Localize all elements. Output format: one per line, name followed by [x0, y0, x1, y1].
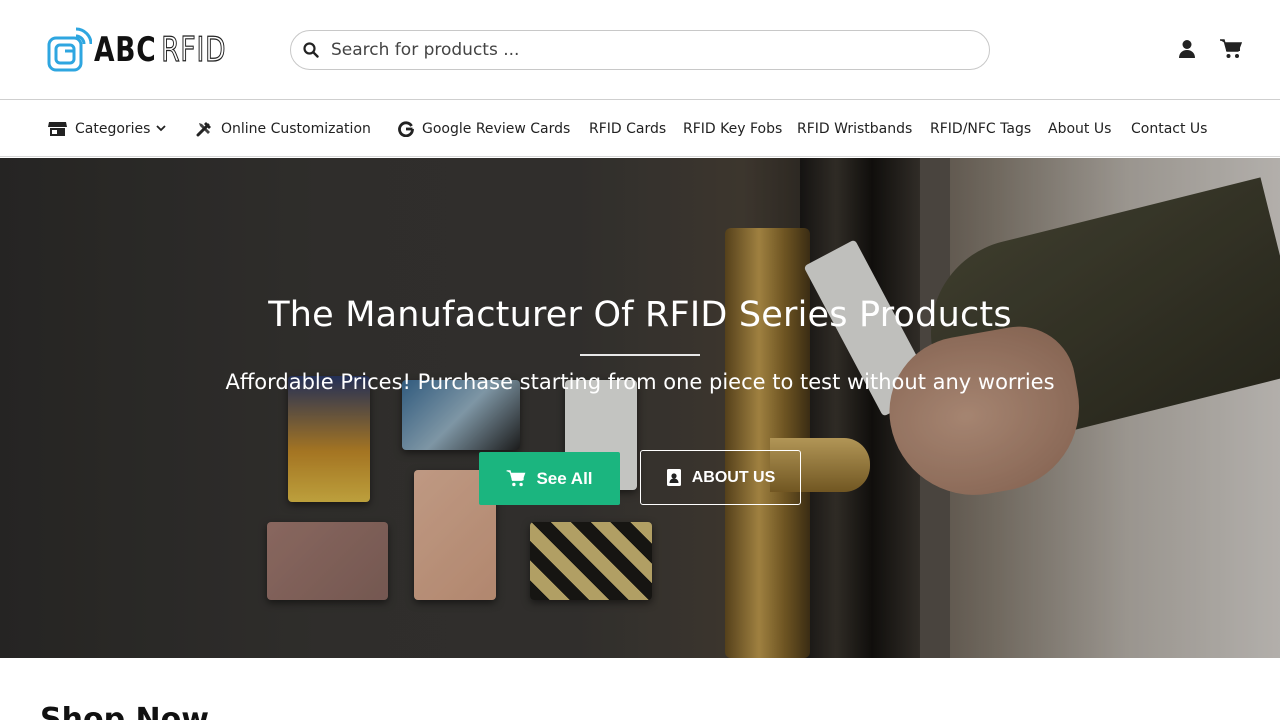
nav-item-contact-us[interactable]: Contact Us [1131, 100, 1207, 157]
logo-wordmark: ABC RFID [94, 29, 227, 70]
nav-item-about-us[interactable]: About Us [1048, 100, 1111, 157]
tools-icon [196, 122, 211, 137]
nav-item-label: About Us [1048, 120, 1112, 137]
site-header: ABC RFID [0, 0, 1280, 100]
contact-book-icon [666, 469, 681, 486]
google-icon [398, 120, 414, 137]
about-us-button[interactable]: ABOUT US [640, 450, 801, 505]
search-icon[interactable] [303, 42, 319, 58]
nav-item-label: RFID Key Fobs [683, 120, 783, 137]
logo-rfid-icon [47, 27, 92, 72]
shop-now-heading: Shop Now [40, 702, 209, 720]
nav-item-label: RFID/NFC Tags [930, 120, 1032, 137]
nav-item-rfid-cards[interactable]: RFID Cards [589, 100, 666, 157]
cart-icon[interactable] [1220, 39, 1242, 59]
about-us-label: ABOUT US [691, 468, 776, 486]
nav-item-categories[interactable]: Categories [48, 100, 174, 157]
nav-item-rfid-wristbands[interactable]: RFID Wristbands [797, 100, 912, 157]
hero-title: The Manufacturer Of RFID Series Products [268, 295, 1012, 335]
store-icon [48, 121, 67, 136]
nav-item-label: Online Customization [221, 120, 371, 137]
site-logo[interactable]: ABC RFID [46, 26, 264, 74]
hero-subtitle: Affordable Prices! Purchase starting fro… [225, 370, 1055, 394]
user-icon[interactable] [1177, 39, 1197, 59]
nav-item-label: RFID Wristbands [797, 120, 913, 137]
nav-item-label: RFID Cards [589, 120, 667, 137]
nav-item-label: Google Review Cards [422, 120, 571, 137]
see-all-label: See All [536, 468, 593, 488]
main-navigation: Categories Online Customization Google R… [0, 100, 1280, 157]
nav-item-label: Categories [75, 120, 151, 137]
search-input[interactable] [331, 40, 951, 60]
cart-icon [507, 470, 526, 487]
search-bar [290, 30, 990, 70]
logo-brand-secondary: RFID [161, 29, 227, 70]
hero-banner: The Manufacturer Of RFID Series Products… [0, 158, 1280, 658]
nav-item-online-customization[interactable]: Online Customization [196, 100, 371, 157]
nav-item-google-review-cards[interactable]: Google Review Cards [398, 100, 570, 157]
chevron-down-icon [156, 125, 167, 132]
nav-item-rfid-nfc-tags[interactable]: RFID/NFC Tags [930, 100, 1031, 157]
nav-item-label: Contact Us [1131, 120, 1208, 137]
hero-divider [580, 354, 700, 356]
nav-item-rfid-key-fobs[interactable]: RFID Key Fobs [683, 100, 782, 157]
logo-brand-primary: ABC [94, 30, 157, 70]
see-all-button[interactable]: See All [479, 452, 620, 505]
hero-overlay [0, 158, 1280, 658]
